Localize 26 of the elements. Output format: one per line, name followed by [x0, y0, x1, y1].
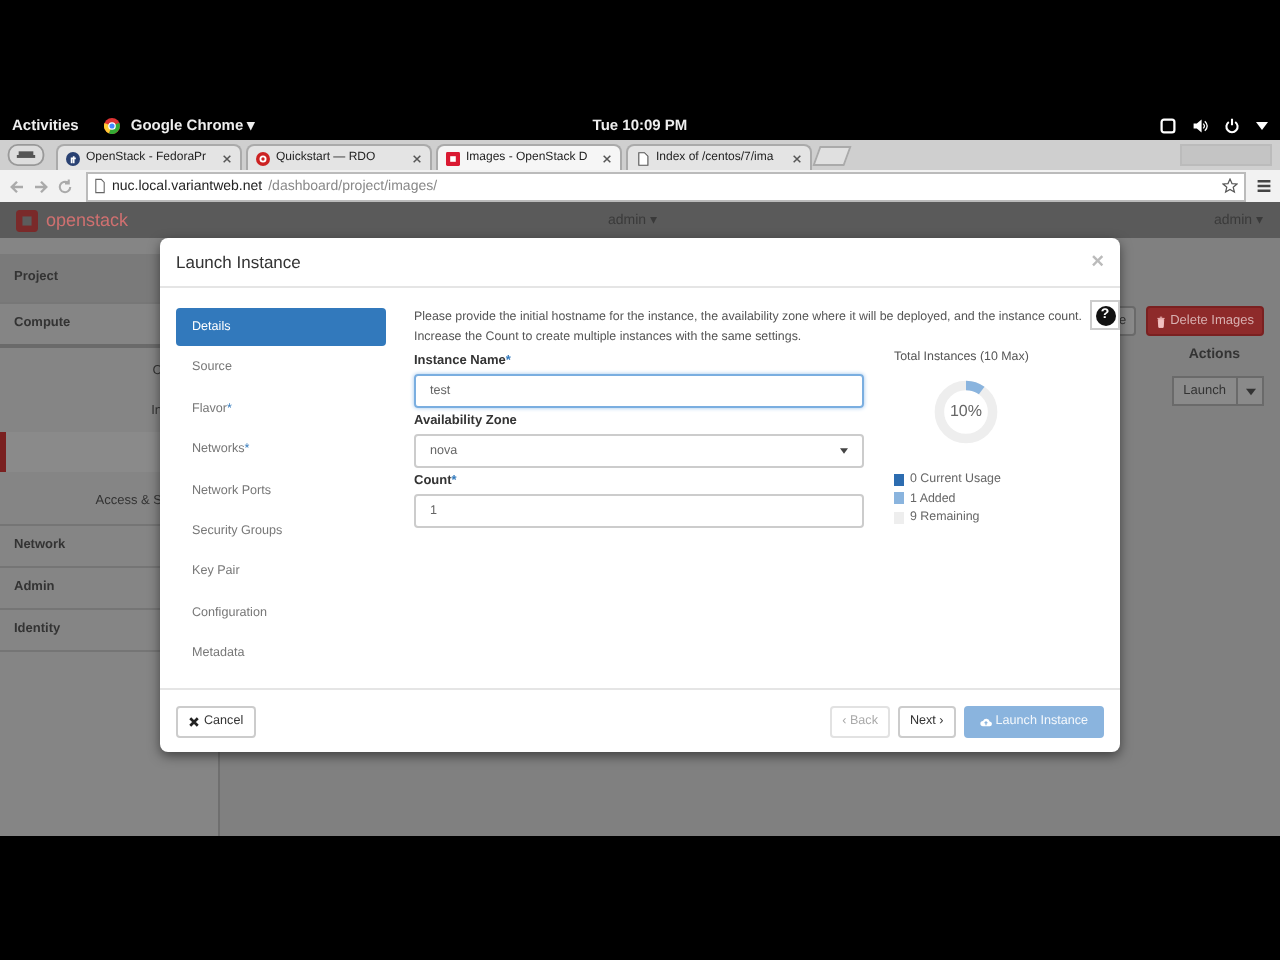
trash-icon: [1156, 315, 1167, 327]
close-icon[interactable]: [792, 153, 802, 163]
close-icon[interactable]: [222, 153, 232, 163]
chrome-icon: [104, 117, 121, 133]
window-icon[interactable]: [1159, 117, 1176, 133]
brand-name: openstack: [46, 210, 129, 230]
power-icon[interactable]: [1223, 117, 1240, 133]
cloud-upload-icon: [979, 715, 992, 727]
caret-icon: [1245, 387, 1255, 395]
fedora-icon: [66, 151, 80, 165]
close-icon: [188, 715, 200, 727]
openstack-icon: [446, 151, 460, 165]
percent-label: 10%: [947, 402, 984, 420]
menu-icon[interactable]: [1256, 178, 1272, 194]
caret-icon: [840, 448, 848, 454]
caret-button[interactable]: [1238, 376, 1264, 406]
caret-icon[interactable]: [1255, 121, 1268, 129]
openstack-logo-icon: [16, 209, 38, 231]
page-icon: [94, 178, 106, 194]
close-icon[interactable]: [602, 153, 612, 163]
star-icon[interactable]: [1222, 178, 1238, 194]
close-icon[interactable]: [412, 153, 422, 163]
rdo-icon: [256, 151, 270, 165]
page-icon: [636, 151, 650, 165]
profile-icon[interactable]: [6, 144, 46, 166]
volume-icon[interactable]: [1191, 117, 1208, 133]
